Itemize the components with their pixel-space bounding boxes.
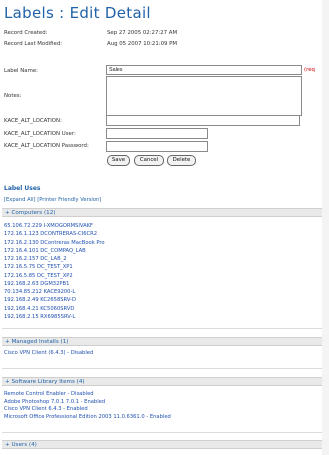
cancel-button[interactable]: Cancel xyxy=(134,155,164,166)
software-item-link[interactable]: Remote Control Enabler - Disabled xyxy=(4,391,171,399)
label-name-label: Label Name: xyxy=(4,68,38,74)
computer-link[interactable]: 172.16.2.157 DC_LAB_2 xyxy=(4,255,105,263)
managed-installs-list: Cisco VPN Client (6.4.3) - Disabled xyxy=(4,350,93,358)
label-name-input[interactable] xyxy=(106,65,302,75)
record-modified-label: Record Last Modified: xyxy=(4,41,63,47)
alt-location-input[interactable] xyxy=(106,115,300,126)
label-uses-title: Label Uses xyxy=(4,185,41,192)
software-item-link[interactable]: Microsoft Office Professional Edition 20… xyxy=(4,414,171,422)
software-library-list: Remote Control Enabler - Disabled Adobe … xyxy=(4,391,171,421)
computer-link[interactable]: 192.168.4.21 KC5060SRVD xyxy=(4,305,105,313)
alt-user-label: KACE_ALT_LOCATION User: xyxy=(4,131,76,137)
computers-list: 65.106.72.229 I-XMOGORMSIVAKF 172.16.1.1… xyxy=(4,222,105,321)
computer-link[interactable]: 65.106.72.229 I-XMOGORMSIVAKF xyxy=(4,222,105,230)
computers-section-header[interactable]: + Computers (12) xyxy=(2,208,322,217)
section-divider xyxy=(2,368,322,369)
section-divider xyxy=(2,328,322,329)
required-note: (req xyxy=(304,67,315,73)
right-scroll-edge xyxy=(322,0,329,455)
record-created-value: Sep 27 2005 02:27:27 AM xyxy=(107,30,178,36)
notes-textarea[interactable] xyxy=(106,76,302,116)
record-created-label: Record Created: xyxy=(4,30,48,36)
managed-install-link[interactable]: Cisco VPN Client (6.4.3) - Disabled xyxy=(4,350,93,358)
computer-link[interactable]: 172.16.5.75 DC_TEST_XP1 xyxy=(4,263,105,271)
alt-password-label: KACE_ALT_LOCATION Password: xyxy=(4,143,89,149)
software-item-link[interactable]: Cisco VPN Client 6.4.3 - Enabled xyxy=(4,406,171,414)
computer-link[interactable]: 172.16.2.130 DContreras MacBook Pro xyxy=(4,239,105,247)
uses-links: [Expand All] [Printer Friendly Version] xyxy=(4,197,101,203)
notes-label: Notes: xyxy=(4,93,22,99)
managed-installs-section-header[interactable]: + Managed Installs (1) xyxy=(2,337,322,346)
alt-user-input[interactable] xyxy=(106,128,208,139)
computer-link[interactable]: 172.16.4.101 DC_COMPAQ_LAB xyxy=(4,247,105,255)
printer-friendly-link[interactable]: [Printer Friendly Version] xyxy=(37,197,101,203)
alt-password-input[interactable] xyxy=(106,141,208,152)
delete-button[interactable]: Delete xyxy=(167,155,196,166)
computer-link[interactable]: 192.168.2.15 RX6985SRV-L xyxy=(4,313,105,321)
computer-link[interactable]: 172.16.5.85 DC_TEST_XP2 xyxy=(4,272,105,280)
software-item-link[interactable]: Adobe Photoshop 7.0.1 7.0.1 - Enabled xyxy=(4,399,171,407)
software-library-section-header[interactable]: + Software Library Items (4) xyxy=(2,377,322,386)
computer-link[interactable]: 70.134.85.212 KACE9200-L xyxy=(4,288,105,296)
expand-all-link[interactable]: [Expand All] xyxy=(4,197,36,203)
computer-link[interactable]: 192.168.2.49 KC2658SRV-D xyxy=(4,296,105,304)
section-divider xyxy=(2,432,322,433)
users-section-header[interactable]: + Users (4) xyxy=(2,440,322,449)
record-modified-value: Aug 05 2007 10:21:09 PM xyxy=(107,41,178,47)
computer-link[interactable]: 172.16.1.123 DCONTRERAS-CI6CR2 xyxy=(4,230,105,238)
edit-detail-page: Labels : Edit Detail Record Created: Sep… xyxy=(0,0,329,455)
page-title: Labels : Edit Detail xyxy=(4,4,151,22)
alt-location-label: KACE_ALT_LOCATION: xyxy=(4,118,62,124)
computer-link[interactable]: 192.168.2.63 DGM32PB1 xyxy=(4,280,105,288)
save-button[interactable]: Save xyxy=(107,155,130,166)
